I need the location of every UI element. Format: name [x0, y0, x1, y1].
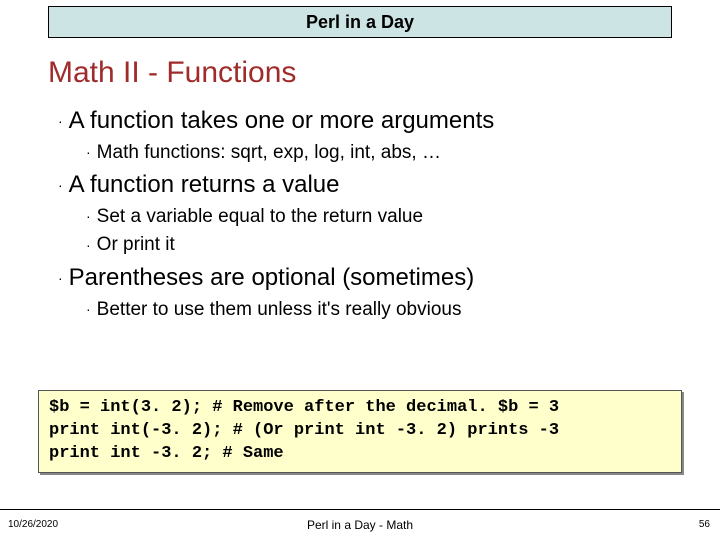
bullet-level2: · Or print it [86, 232, 680, 259]
bullet-dot-icon: · [86, 208, 91, 224]
bullet-level2: · Math functions: sqrt, exp, log, int, ab… [86, 140, 680, 167]
bullet-dot-icon: · [58, 177, 63, 193]
bullet-text: Set a variable equal to the return value [97, 206, 423, 227]
bullet-dot-icon: · [86, 301, 91, 317]
slide-content: ·A function takes one or more arguments … [58, 104, 680, 325]
bullet-level2: · Set a variable equal to the return valu… [86, 204, 680, 231]
bullet-dot-icon: · [86, 237, 91, 253]
bullet-text: Math functions: sqrt, exp, log, int, abs… [97, 142, 441, 163]
bullet-level1: · A function takes one or more arguments [58, 104, 680, 138]
bullet-dot-icon: · [58, 113, 63, 129]
code-block: $b = int(3. 2); # Remove after the decim… [38, 390, 682, 473]
slide-title: Math II - Functions [48, 56, 296, 90]
footer-page-number: 56 [699, 519, 710, 530]
bullet-level1: · Parentheses are optional (sometimes) [58, 261, 680, 295]
bullet-level2: · Better to use them unless it's really o… [86, 297, 680, 324]
bullet-text: A function takes one or more arguments [69, 107, 495, 134]
footer-center: Perl in a Day - Math [0, 518, 720, 532]
bullet-text: Parentheses are optional (sometimes) [69, 264, 475, 291]
header-title: Perl in a Day [306, 12, 414, 33]
footer-divider [0, 509, 720, 510]
bullet-level1: · A function returns a value [58, 168, 680, 202]
bullet-text: A function returns a value [69, 171, 340, 198]
bullet-dot-icon: · [86, 144, 91, 160]
bullet-text: Better to use them unless it's really ob… [97, 299, 462, 320]
header-title-bar: Perl in a Day [48, 6, 672, 38]
bullet-text: Or print it [97, 234, 175, 255]
bullet-dot-icon: · [58, 270, 63, 286]
